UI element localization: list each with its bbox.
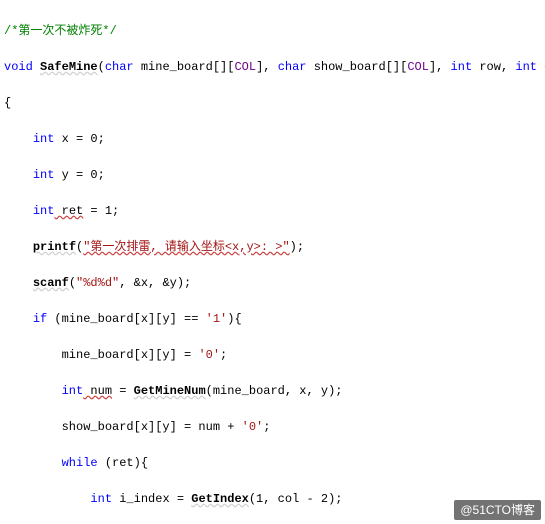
brace-open: { — [4, 96, 11, 110]
fn-safemine: SafeMine — [40, 60, 98, 74]
fn-printf: printf — [33, 240, 76, 254]
fn-scanf: scanf — [33, 276, 69, 290]
comment-line: /*第一次不被炸死*/ — [4, 24, 117, 38]
kw-void: void — [4, 60, 33, 74]
fn-getminenum: GetMineNum — [134, 384, 206, 398]
code-block: /*第一次不被炸死*/ void SafeMine(char mine_boar… — [0, 0, 545, 524]
fn-getindex: GetIndex — [191, 492, 249, 506]
watermark-badge: @51CTO博客 — [454, 500, 541, 520]
